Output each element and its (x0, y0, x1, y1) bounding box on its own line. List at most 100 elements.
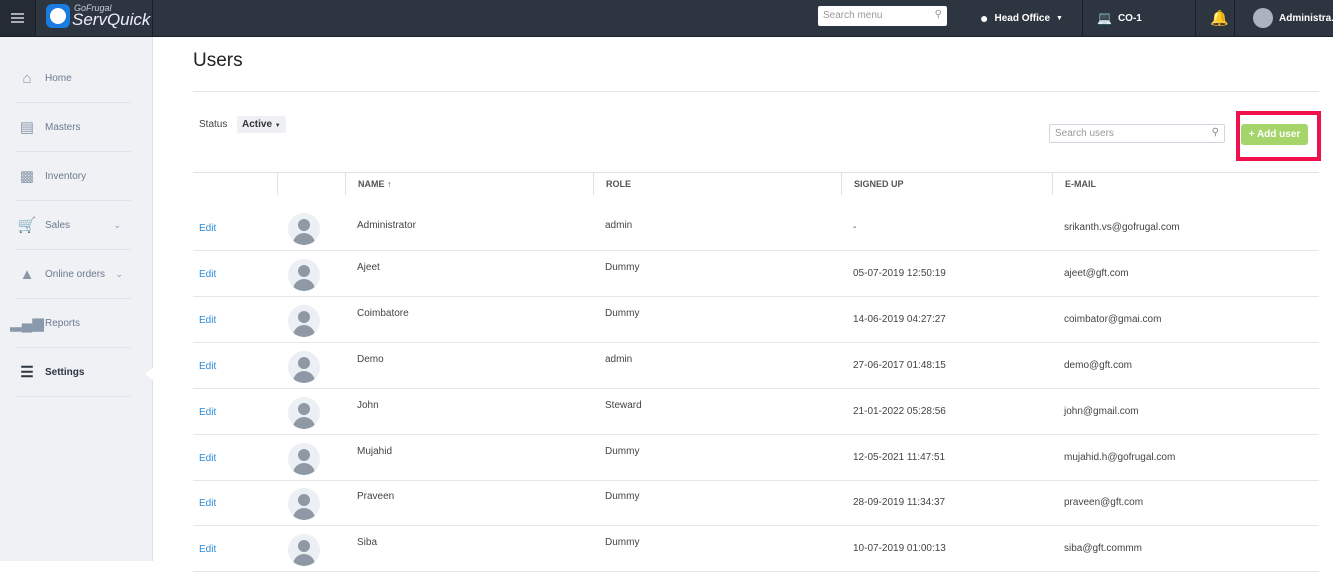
edit-link[interactable]: Edit (199, 269, 216, 280)
signed-up-date: - (853, 222, 857, 233)
column-header-role[interactable]: ROLE (593, 173, 841, 195)
user-avatar-icon (288, 396, 320, 429)
status-dropdown[interactable]: Active ▼ (237, 116, 286, 133)
user-avatar-icon (288, 488, 320, 521)
edit-link[interactable]: Edit (199, 361, 216, 372)
table-row: Edit Administrator admin - srikanth.vs@g… (193, 205, 1319, 251)
counter-selector[interactable]: 💻 CO-1 (1097, 0, 1142, 36)
table-row: Edit Demo admin 27-06-2017 01:48:15 demo… (193, 343, 1319, 389)
table-header: NAME ↑ ROLE SIGNED UP E-MAIL (193, 172, 1319, 195)
column-header-signed-up[interactable]: SIGNED UP (841, 173, 1052, 195)
settings-icon: ☰ (20, 364, 34, 381)
bell-icon: 🔔 (1210, 10, 1229, 27)
user-role: Steward (605, 399, 642, 411)
user-role: Dummy (605, 445, 640, 457)
sidebar-item-label: Settings (45, 366, 85, 378)
table-row: Edit Ajeet Dummy 05-07-2019 12:50:19 aje… (193, 251, 1319, 297)
map-pin-icon: ● (980, 10, 989, 26)
user-avatar-icon (288, 304, 320, 337)
sidebar-item-sales[interactable]: 🛒 Sales ⌄ (17, 201, 131, 250)
user-email: mujahid.h@gofrugal.com (1064, 451, 1176, 463)
user-avatar-icon (1253, 8, 1273, 28)
user-avatar-icon (288, 213, 320, 245)
table-row: Edit Praveen Dummy 28-09-2019 11:34:37 p… (193, 480, 1319, 527)
sidebar-item-label: Online orders (45, 268, 106, 280)
clock-logo-icon (46, 4, 70, 28)
sidebar-item-reports[interactable]: ▂▄▆ Reports (10, 299, 131, 348)
add-user-button[interactable]: + Add user (1241, 124, 1308, 145)
logo[interactable]: GoFrugal ServQuick (36, 0, 153, 36)
counter-label: CO-1 (1117, 12, 1142, 24)
edit-link[interactable]: Edit (199, 407, 216, 418)
user-avatar-icon (288, 442, 320, 475)
signed-up-date: 21-01-2022 05:28:56 (853, 405, 946, 417)
user-role: Dummy (605, 261, 640, 273)
user-name: Administrator (357, 220, 416, 231)
user-name: Siba (357, 537, 378, 549)
user-email: srikanth.vs@gofrugal.com (1064, 222, 1180, 233)
user-menu[interactable]: Administra.. (1253, 0, 1333, 36)
caret-down-icon: ▼ (1056, 14, 1063, 22)
online-orders-icon: ▲ (19, 265, 35, 283)
edit-link[interactable]: Edit (199, 223, 216, 234)
sidebar-item-label: Sales (45, 219, 71, 231)
sidebar-item-online-orders[interactable]: ▲ Online orders ⌄ (17, 250, 131, 299)
sidebar-item-masters[interactable]: ▤ Masters (17, 103, 131, 152)
user-role: Dummy (605, 307, 640, 319)
status-label: Status (199, 119, 228, 130)
search-menu-placeholder: Search menu (823, 10, 883, 21)
avatar-column-header (277, 173, 345, 195)
user-name: John (357, 399, 379, 411)
masters-icon: ▤ (19, 119, 35, 136)
edit-link[interactable]: Edit (199, 544, 216, 555)
user-name: Administra.. (1279, 12, 1333, 24)
column-header-email[interactable]: E-MAIL (1052, 173, 1319, 195)
search-icon: ⚲ (1211, 127, 1219, 138)
sidebar-item-settings[interactable]: ☰ Settings (17, 348, 131, 397)
user-avatar-icon (288, 258, 320, 291)
user-email: coimbator@gmai.com (1064, 313, 1162, 325)
page-title: Users (193, 50, 243, 71)
signed-up-date: 05-07-2019 12:50:19 (853, 267, 946, 279)
signed-up-date: 27-06-2017 01:48:15 (853, 359, 946, 371)
user-name: Praveen (357, 491, 395, 503)
hamburger-icon (11, 11, 24, 25)
signed-up-date: 12-05-2021 11:47:51 (853, 451, 946, 463)
sidebar-item-home[interactable]: ⌂ Home (17, 54, 131, 103)
user-name: Coimbatore (357, 307, 409, 319)
search-menu-input[interactable]: Search menu ⚲ (818, 6, 947, 26)
edit-link[interactable]: Edit (199, 453, 216, 464)
sidebar-item-inventory[interactable]: ▩ Inventory (17, 152, 131, 201)
user-email: praveen@gft.com (1064, 497, 1144, 509)
computer-icon: 💻 (1097, 11, 1112, 25)
divider (193, 91, 1319, 92)
table-row: Edit Siba Dummy 10-07-2019 01:00:13 siba… (193, 526, 1319, 572)
table-row: Edit Coimbatore Dummy 14-06-2019 04:27:2… (193, 297, 1319, 343)
signed-up-date: 28-09-2019 11:34:37 (853, 497, 946, 509)
sidebar: ⌂ Home ▤ Masters ▩ Inventory 🛒 Sales ⌄ ▲ Onlin… (0, 37, 153, 561)
edit-link[interactable]: Edit (199, 315, 216, 326)
chevron-down-icon: ⌄ (115, 268, 123, 279)
notifications-button[interactable]: 🔔 (1210, 0, 1229, 36)
column-header-name[interactable]: NAME ↑ (345, 173, 593, 195)
user-email: ajeet@gft.com (1064, 267, 1129, 279)
chevron-down-icon: ⌄ (113, 219, 121, 230)
logo-product: ServQuick (72, 10, 151, 29)
inventory-icon: ▩ (19, 168, 35, 185)
table-row: Edit John Steward 21-01-2022 05:28:56 jo… (193, 389, 1319, 435)
user-email: demo@gft.com (1064, 359, 1132, 371)
user-role: Dummy (605, 491, 640, 503)
user-name: Ajeet (357, 261, 380, 273)
user-role: admin (605, 220, 633, 231)
search-icon: ⚲ (934, 9, 942, 20)
top-bar: GoFrugal ServQuick Search menu ⚲ ● Head Off… (0, 0, 1333, 37)
location-dropdown[interactable]: ● Head Office ▼ (980, 0, 1063, 36)
location-label: Head Office (994, 12, 1051, 24)
caret-down-icon: ▼ (274, 123, 281, 129)
home-icon: ⌂ (22, 69, 32, 87)
edit-link[interactable]: Edit (199, 498, 216, 509)
user-avatar-icon (288, 534, 320, 567)
menu-toggle-button[interactable] (0, 0, 36, 36)
search-users-placeholder: Search users (1055, 128, 1114, 139)
search-users-input[interactable]: Search users ⚲ (1049, 124, 1225, 143)
